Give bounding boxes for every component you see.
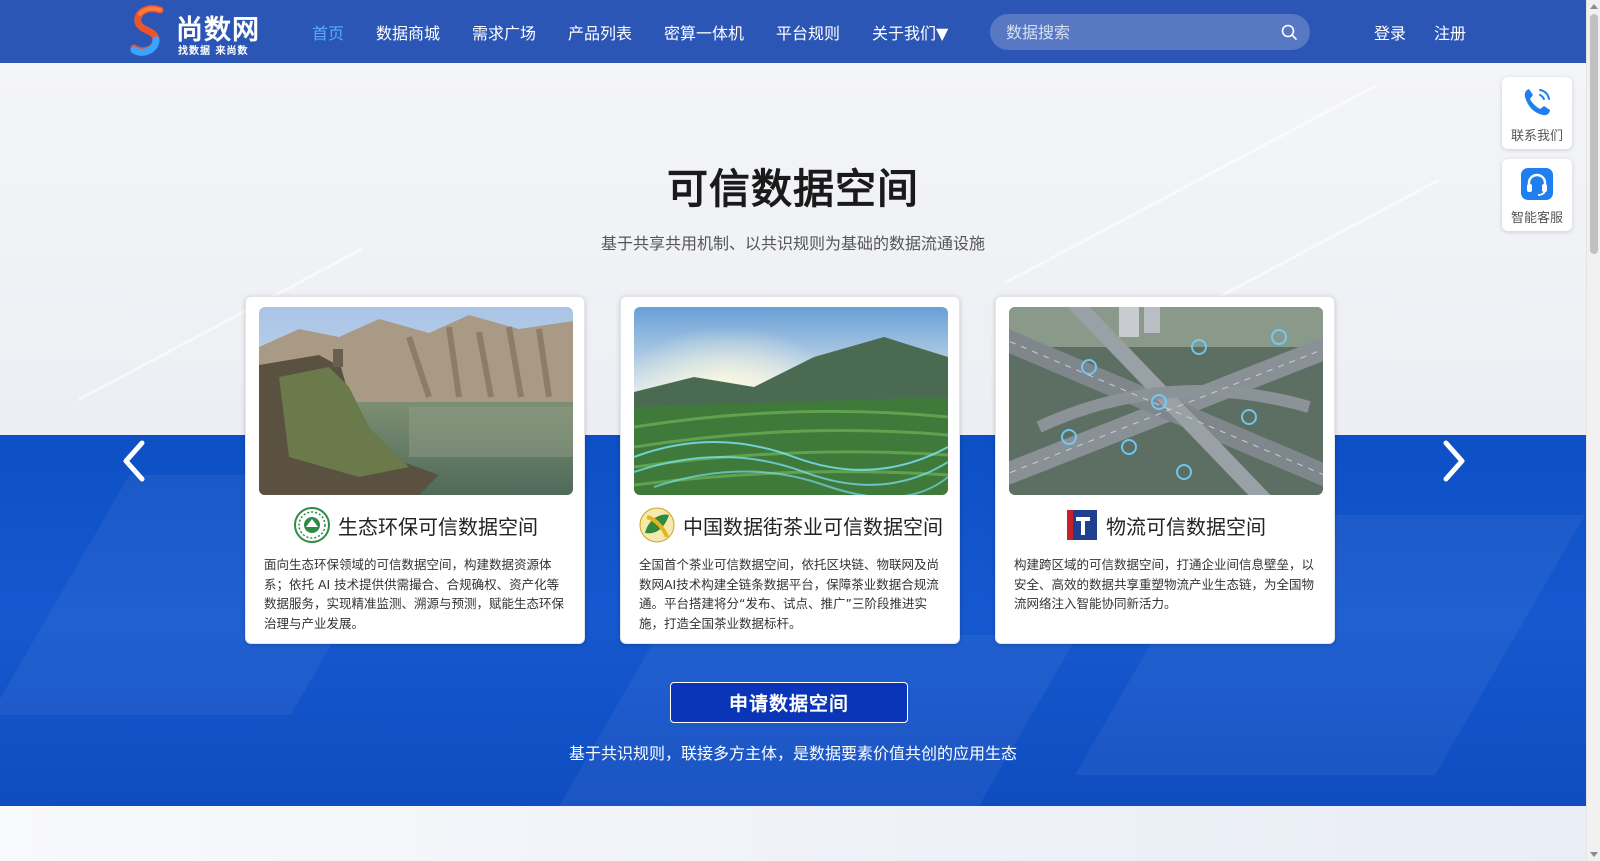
space-card-logistics[interactable]: 物流可信数据空间 构建跨区域的可信数据空间，打通企业间信息壁垒，以安全、高效的数… xyxy=(995,296,1335,644)
page-scrollbar[interactable] xyxy=(1586,0,1600,861)
page-subtitle: 基于共享共用机制、以共识规则为基础的数据流通设施 xyxy=(600,234,985,253)
carousel-next-arrow-icon[interactable] xyxy=(1434,437,1470,485)
cta-description: 基于共识规则，联接多方主体，是数据要素价值共创的应用生态 xyxy=(568,744,1017,763)
card-title: 物流可信数据空间 xyxy=(1106,514,1266,539)
card-description: 全国首个茶业可信数据空间，依托区块链、物联网及尚数网AI技术构建全链条数据平台，… xyxy=(639,557,940,631)
card-image-highway-interchange xyxy=(1009,307,1323,495)
page-title: 可信数据空间 xyxy=(667,165,919,213)
card-description: 构建跨区域的可信数据空间，打通企业间信息壁垒，以安全、高效的数据共享重塑物流产业… xyxy=(1014,557,1315,611)
search-box xyxy=(990,14,1310,50)
search-icon[interactable] xyxy=(1280,23,1298,41)
phone-icon xyxy=(1524,89,1550,116)
nav-demand-square[interactable]: 需求广场 xyxy=(472,20,536,44)
register-link[interactable]: 注册 xyxy=(1434,20,1466,44)
eco-environment-emblem-icon xyxy=(294,507,330,543)
card-title: 中国数据街茶业可信数据空间 xyxy=(683,514,943,539)
nav-about-us[interactable]: 关于我们▼ xyxy=(872,20,948,44)
space-card-tea[interactable]: 中国数据街茶业可信数据空间 全国首个茶业可信数据空间，依托区块链、物联网及尚数网… xyxy=(620,296,960,644)
apply-data-space-button[interactable]: 申请数据空间 xyxy=(670,682,908,723)
search-input[interactable] xyxy=(1006,14,1276,50)
logo-mark-icon xyxy=(130,5,164,56)
contact-us-button[interactable]: 联系我们 xyxy=(1502,77,1572,149)
card-image-tea-field xyxy=(634,307,948,495)
card-image-landscape xyxy=(259,307,573,495)
nav-platform-rules[interactable]: 平台规则 xyxy=(776,20,840,44)
logistics-logo-icon xyxy=(1067,510,1097,540)
scroll-down-arrow-icon[interactable] xyxy=(1590,852,1598,857)
nav-home[interactable]: 首页 xyxy=(312,20,344,44)
nav-secure-compute[interactable]: 密算一体机 xyxy=(664,20,744,44)
contact-us-label: 联系我们 xyxy=(1510,129,1563,144)
carousel-prev-arrow-icon[interactable] xyxy=(118,437,154,485)
next-section-background xyxy=(0,806,1586,861)
card-header: 生态环保可信数据空间 xyxy=(246,507,586,543)
logo-slogan: 找数据 来尚数 xyxy=(178,46,249,57)
tea-street-logo-icon xyxy=(639,507,675,543)
site-logo[interactable]: 尚数网 找数据 来尚数 xyxy=(130,4,270,60)
card-header: 物流可信数据空间 xyxy=(996,507,1336,543)
top-header: 尚数网 找数据 来尚数 首页 数据商城 需求广场 产品列表 密算一体机 平台规则… xyxy=(0,0,1586,63)
nav-product-list[interactable]: 产品列表 xyxy=(568,20,632,44)
card-header: 中国数据街茶业可信数据空间 xyxy=(621,507,961,543)
scrollbar-thumb[interactable] xyxy=(1590,14,1598,254)
nav-data-mall[interactable]: 数据商城 xyxy=(376,20,440,44)
login-link[interactable]: 登录 xyxy=(1374,20,1406,44)
smart-service-button[interactable]: 智能客服 xyxy=(1502,159,1572,231)
scroll-up-arrow-icon[interactable] xyxy=(1590,4,1598,9)
card-title: 生态环保可信数据空间 xyxy=(338,514,538,539)
card-description: 面向生态环保领域的可信数据空间，构建数据资源体系；依托 AI 技术提供供需撮合、… xyxy=(264,557,565,631)
space-card-eco[interactable]: 生态环保可信数据空间 面向生态环保领域的可信数据空间，构建数据资源体系；依托 A… xyxy=(245,296,585,644)
headset-icon xyxy=(1521,168,1553,200)
smart-service-label: 智能客服 xyxy=(1510,211,1563,226)
